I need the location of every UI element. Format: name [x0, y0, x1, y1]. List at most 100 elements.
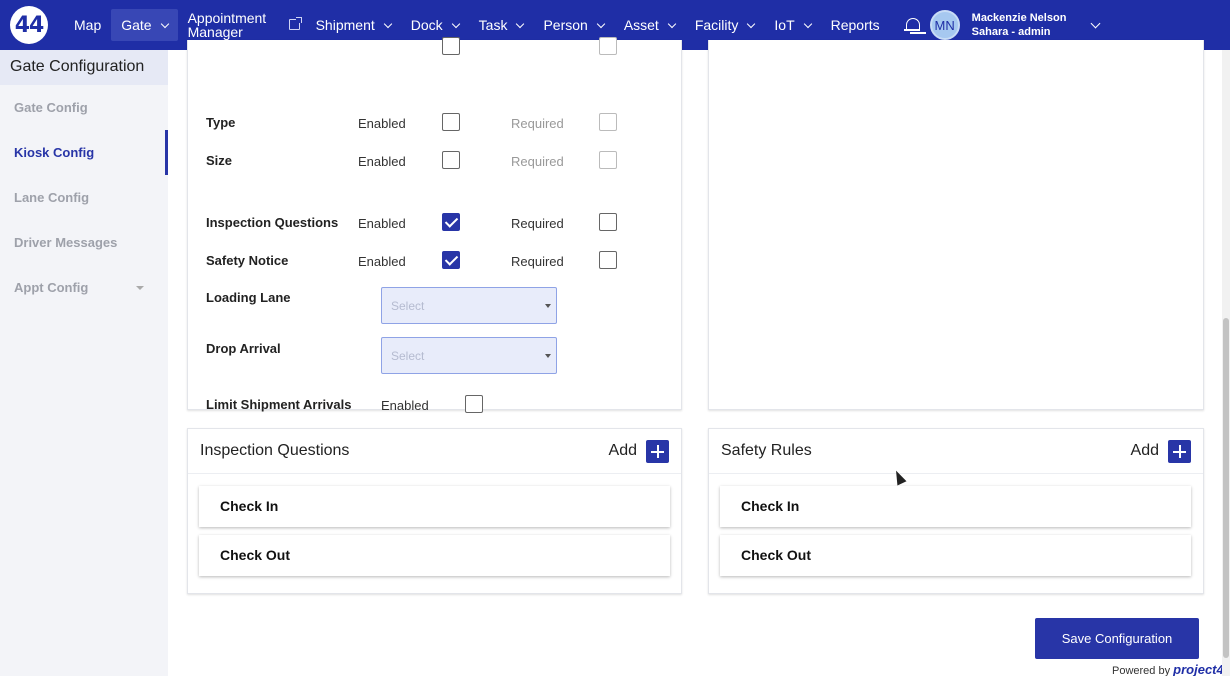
chevron-down-icon	[451, 19, 460, 28]
inspection-check-out-panel[interactable]: Check Out	[199, 535, 670, 576]
dropdown-arrow-icon	[545, 304, 551, 308]
safety-check-in-panel[interactable]: Check In	[720, 486, 1191, 527]
select-placeholder: Select	[391, 299, 425, 313]
card-header: Inspection Questions Add	[188, 429, 681, 474]
required-label: Required	[511, 154, 564, 169]
preview-card	[708, 40, 1204, 410]
nav-map-label: Map	[74, 17, 102, 33]
enabled-label: Enabled	[358, 254, 406, 269]
required-label: Required	[511, 254, 564, 269]
nav-task-label: Task	[478, 17, 508, 33]
chevron-down-icon	[803, 19, 812, 28]
partial-enabled-checkbox[interactable]	[442, 37, 460, 55]
sidebar-item-appt-config[interactable]: Appt Config	[0, 265, 168, 310]
chevron-down-icon	[160, 19, 169, 28]
type-required-checkbox[interactable]	[599, 113, 617, 131]
sidebar-item-driver-messages[interactable]: Driver Messages	[0, 220, 168, 265]
type-enabled-checkbox[interactable]	[442, 113, 460, 131]
add-label[interactable]: Add	[609, 442, 637, 460]
nav-iot-label: IoT	[774, 17, 795, 33]
nav-gate-label: Gate	[121, 17, 152, 33]
nav-dock-label: Dock	[410, 17, 443, 33]
size-enabled-checkbox[interactable]	[442, 151, 460, 169]
loading-lane-select[interactable]: Select	[381, 287, 557, 324]
nav-asset-label: Asset	[623, 17, 659, 33]
nav-asset[interactable]: Asset	[614, 9, 685, 41]
sidebar-item-lane-config[interactable]: Lane Config	[0, 175, 168, 220]
add-safety-rule-button[interactable]	[1168, 440, 1191, 463]
sidebar-item-appt-config-label: Appt Config	[14, 280, 89, 295]
nav-gate[interactable]: Gate	[111, 9, 178, 41]
safety-rules-card: Safety Rules Add Check In Check Out	[708, 428, 1204, 594]
nav-shipment[interactable]: Shipment	[306, 9, 401, 41]
safety-required-checkbox[interactable]	[599, 251, 617, 269]
save-configuration-button[interactable]: Save Configuration	[1035, 618, 1199, 659]
inspection-required-checkbox[interactable]	[599, 213, 617, 231]
powered-by: Powered by project44	[1112, 662, 1230, 676]
avatar[interactable]: MN	[929, 10, 960, 40]
nav-map[interactable]: Map	[64, 9, 111, 41]
sidebar-item-kiosk-config[interactable]: Kiosk Config	[0, 130, 168, 175]
user-role: Sahara - admin	[971, 26, 1051, 38]
field-label: Limit Shipment Arrivals	[206, 397, 352, 412]
inspection-check-in-panel[interactable]: Check In	[199, 486, 670, 527]
user-menu[interactable]: Mackenzie Nelson Sahara - admin	[972, 11, 1067, 39]
nav-facility-label: Facility	[694, 17, 739, 33]
select-placeholder: Select	[391, 349, 425, 363]
add-label[interactable]: Add	[1131, 442, 1159, 460]
chevron-down-icon	[516, 19, 525, 28]
nav-appointment-manager[interactable]: Appointment Manager	[178, 9, 306, 41]
caret-down-icon	[136, 286, 144, 290]
sidebar: Gate Configuration Gate Config Kiosk Con…	[0, 50, 168, 676]
nav-shipment-label: Shipment	[315, 17, 375, 33]
required-label: Required	[511, 116, 564, 131]
size-required-checkbox[interactable]	[599, 151, 617, 169]
chevron-down-icon[interactable]	[1090, 18, 1101, 28]
inspection-questions-card: Inspection Questions Add Check In Check …	[187, 428, 682, 594]
field-label: Size	[206, 153, 233, 168]
page-scrollbar[interactable]	[1222, 50, 1230, 676]
enabled-label: Enabled	[358, 216, 406, 231]
enabled-label: Enabled	[358, 154, 406, 169]
external-link-icon	[288, 17, 302, 30]
chevron-down-icon	[596, 19, 606, 28]
partial-required-checkbox[interactable]	[599, 37, 617, 55]
chevron-down-icon	[667, 19, 677, 28]
card-title: Inspection Questions	[200, 442, 350, 459]
enabled-label: Enabled	[358, 116, 406, 131]
nav-appointment-label-2: Manager	[187, 24, 243, 40]
inspection-enabled-checkbox[interactable]	[442, 213, 460, 231]
card-title: Safety Rules	[721, 442, 812, 459]
sidebar-title: Gate Configuration	[0, 50, 168, 85]
sidebar-item-gate-config[interactable]: Gate Config	[0, 85, 168, 130]
powered-by-label: Powered by	[1112, 665, 1171, 676]
bell-icon[interactable]	[903, 17, 920, 33]
field-label: Safety Notice	[206, 253, 289, 268]
nav-reports-label: Reports	[830, 17, 880, 33]
project44-logo[interactable]: 44	[10, 6, 48, 44]
user-name: Mackenzie Nelson	[971, 12, 1067, 24]
nav-task[interactable]: Task	[469, 9, 534, 41]
enabled-label: Enabled	[381, 398, 429, 413]
nav-reports[interactable]: Reports	[821, 9, 890, 41]
field-label: Type	[206, 115, 236, 130]
chevron-down-icon	[747, 19, 756, 28]
safety-check-out-panel[interactable]: Check Out	[720, 535, 1191, 576]
field-label: Loading Lane	[206, 290, 291, 305]
chevron-down-icon	[383, 19, 392, 28]
nav-facility[interactable]: Facility	[685, 9, 765, 41]
field-label: Inspection Questions	[206, 215, 339, 230]
main-content: Type Enabled Required Size Enabled Requi…	[168, 37, 1230, 676]
kiosk-form-card: Type Enabled Required Size Enabled Requi…	[187, 37, 682, 413]
required-label: Required	[511, 216, 564, 231]
dropdown-arrow-icon	[545, 354, 551, 358]
field-label: Drop Arrival	[206, 341, 281, 356]
drop-arrival-select[interactable]: Select	[381, 337, 557, 374]
nav-person-label: Person	[543, 17, 588, 33]
safety-enabled-checkbox[interactable]	[442, 251, 460, 269]
nav-iot[interactable]: IoT	[764, 9, 820, 41]
add-inspection-button[interactable]	[646, 440, 669, 463]
limit-shipment-enabled-checkbox[interactable]	[465, 395, 483, 413]
nav-appointment-label-1: Appointment	[187, 10, 267, 26]
scrollbar-thumb[interactable]	[1223, 318, 1229, 658]
